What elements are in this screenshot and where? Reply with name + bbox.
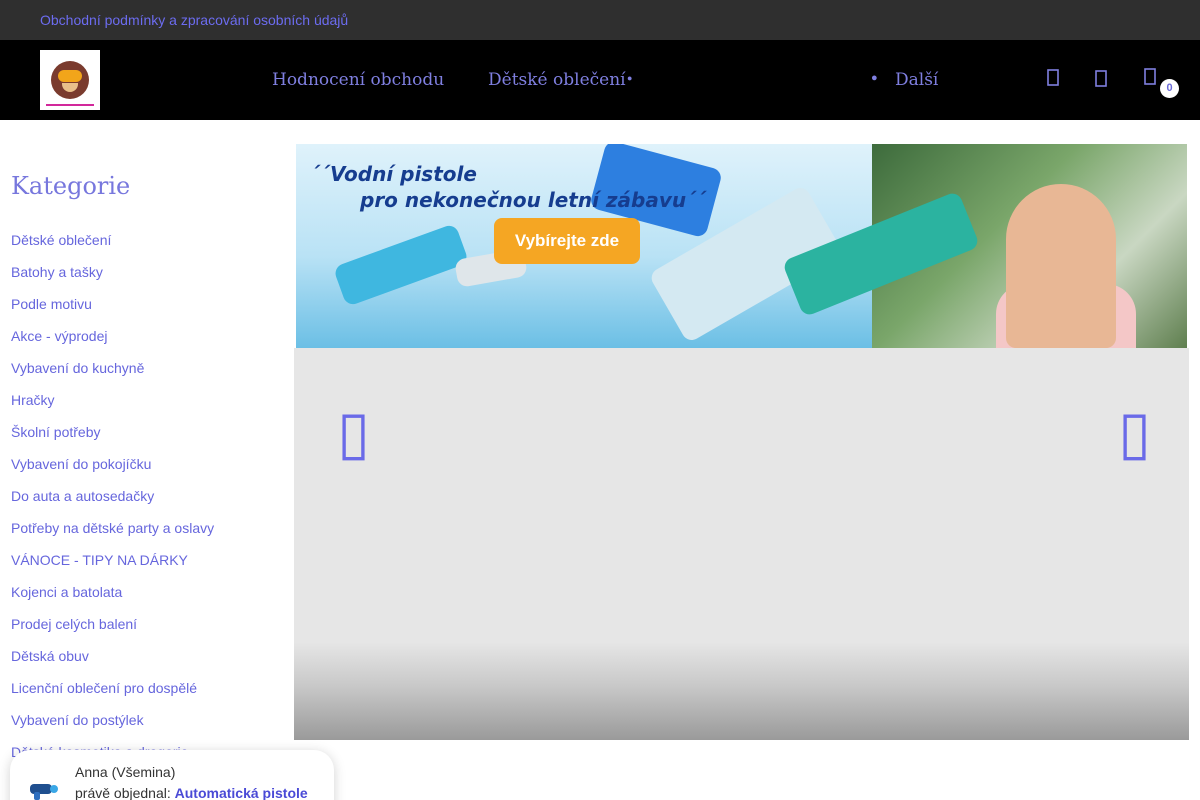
popup-product-link[interactable]: Automatická pistole bbox=[175, 785, 308, 800]
water-gun-image bbox=[332, 223, 470, 307]
banner-headline-line2: pro nekonečnou letní zábavu´´ bbox=[360, 188, 707, 212]
monkey-logo-icon bbox=[51, 61, 89, 99]
chevron-down-icon: ● bbox=[627, 73, 633, 83]
category-link[interactable]: Dětské oblečení bbox=[11, 232, 111, 248]
site-header: Hodnocení obchodu Dětské oblečení ● ● Da… bbox=[0, 40, 1200, 120]
slider-next-icon[interactable]: ▯ bbox=[1118, 403, 1151, 463]
category-list: Dětské oblečení Batohy a tašky Podle mot… bbox=[11, 232, 214, 776]
product-thumbnail bbox=[30, 784, 58, 800]
category-item: Do auta a autosedačky bbox=[11, 488, 214, 520]
cart-count-badge: 0 bbox=[1160, 79, 1179, 98]
category-item: Podle motivu bbox=[11, 296, 214, 328]
shop-logo[interactable] bbox=[40, 50, 100, 110]
popup-order-line: právě objednal: Automatická pistole bbox=[75, 785, 308, 800]
category-link[interactable]: Dětská obuv bbox=[11, 648, 89, 664]
category-link[interactable]: Potřeby na dětské party a oslavy bbox=[11, 520, 214, 536]
category-item: Vybavení do postýlek bbox=[11, 712, 214, 744]
category-item: Kojenci a batolata bbox=[11, 584, 214, 616]
category-link[interactable]: Kojenci a batolata bbox=[11, 584, 122, 600]
category-link[interactable]: Licenční oblečení pro dospělé bbox=[11, 680, 197, 696]
search-icon[interactable] bbox=[1046, 68, 1062, 88]
recent-order-popup[interactable]: Anna (Všemina) právě objednal: Automatic… bbox=[10, 750, 334, 800]
category-item: VÁNOCE - TIPY NA DÁRKY bbox=[11, 552, 214, 584]
cart-icon[interactable] bbox=[1143, 68, 1159, 88]
category-link[interactable]: Školní potřeby bbox=[11, 424, 101, 440]
nav-shop-rating[interactable]: Hodnocení obchodu bbox=[272, 70, 444, 90]
category-item: Vybavení do pokojíčku bbox=[11, 456, 214, 488]
slider-prev-icon[interactable]: ▯ bbox=[337, 403, 370, 463]
category-link[interactable]: Hračky bbox=[11, 392, 55, 408]
category-link[interactable]: Prodej celých balení bbox=[11, 616, 137, 632]
nav-more[interactable]: Další bbox=[895, 70, 938, 90]
category-link[interactable]: Batohy a tašky bbox=[11, 264, 103, 280]
category-item: Školní potřeby bbox=[11, 424, 214, 456]
popup-prefix: právě objednal: bbox=[75, 785, 171, 800]
category-item: Batohy a tašky bbox=[11, 264, 214, 296]
category-link[interactable]: Vybavení do postýlek bbox=[11, 712, 144, 728]
banner-cta-button[interactable]: Vybírejte zde bbox=[494, 218, 640, 264]
category-link[interactable]: Vybavení do pokojíčku bbox=[11, 456, 151, 472]
category-link[interactable]: Podle motivu bbox=[11, 296, 92, 312]
top-bar: Obchodní podmínky a zpracování osobních … bbox=[0, 0, 1200, 40]
category-item: Licenční oblečení pro dospělé bbox=[11, 680, 214, 712]
category-link[interactable]: Akce - výprodej bbox=[11, 328, 107, 344]
image-slider: ▯ ▯ bbox=[294, 348, 1189, 740]
promo-banner[interactable]: ´´Vodní pistole pro nekonečnou letní záb… bbox=[296, 144, 1187, 348]
category-link[interactable]: Vybavení do kuchyně bbox=[11, 360, 144, 376]
child-face-image bbox=[1006, 184, 1116, 348]
logo-tagline bbox=[46, 104, 94, 106]
category-item: Hračky bbox=[11, 392, 214, 424]
popup-customer: Anna (Všemina) bbox=[75, 764, 176, 780]
categories-title: Kategorie bbox=[11, 172, 131, 200]
category-item: Potřeby na dětské party a oslavy bbox=[11, 520, 214, 552]
category-item: Prodej celých balení bbox=[11, 616, 214, 648]
terms-link[interactable]: Obchodní podmínky a zpracování osobních … bbox=[40, 12, 348, 28]
more-icon: ● bbox=[871, 72, 878, 84]
category-link[interactable]: Do auta a autosedačky bbox=[11, 488, 154, 504]
user-icon[interactable] bbox=[1094, 68, 1110, 88]
banner-headline-line1: ´´Vodní pistole bbox=[310, 162, 477, 186]
nav-kids-clothing[interactable]: Dětské oblečení bbox=[488, 70, 626, 90]
category-link[interactable]: VÁNOCE - TIPY NA DÁRKY bbox=[11, 552, 188, 568]
category-item: Akce - výprodej bbox=[11, 328, 214, 360]
category-item: Dětské oblečení bbox=[11, 232, 214, 264]
category-item: Dětská obuv bbox=[11, 648, 214, 680]
category-item: Vybavení do kuchyně bbox=[11, 360, 214, 392]
